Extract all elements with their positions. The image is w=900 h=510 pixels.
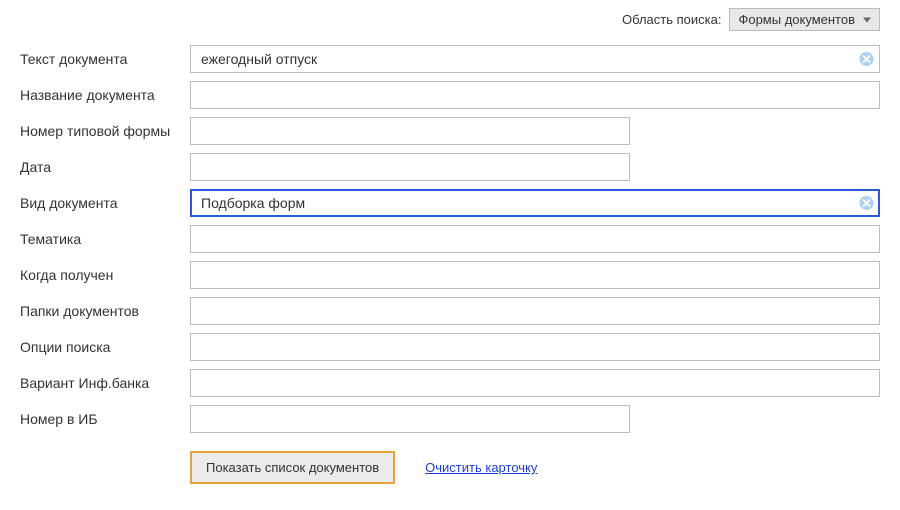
field-date bbox=[190, 153, 630, 181]
row-date: Дата bbox=[20, 153, 880, 181]
label-options: Опции поиска bbox=[20, 339, 190, 355]
field-received bbox=[190, 261, 880, 289]
field-bank_variant bbox=[190, 369, 880, 397]
label-received: Когда получен bbox=[20, 267, 190, 283]
label-doc_type: Вид документа bbox=[20, 195, 190, 211]
input-name[interactable] bbox=[190, 81, 880, 109]
clear-link[interactable]: Очистить карточку bbox=[425, 460, 537, 475]
input-topic[interactable] bbox=[190, 225, 880, 253]
input-form_number[interactable] bbox=[190, 117, 630, 145]
clear-icon[interactable] bbox=[859, 196, 874, 211]
submit-button[interactable]: Показать список документов bbox=[190, 451, 395, 484]
clear-icon[interactable] bbox=[859, 52, 874, 67]
label-topic: Тематика bbox=[20, 231, 190, 247]
actions-bar: Показать список документов Очистить карто… bbox=[190, 451, 880, 484]
label-folders: Папки документов bbox=[20, 303, 190, 319]
scope-label: Область поиска: bbox=[622, 12, 721, 27]
input-date[interactable] bbox=[190, 153, 630, 181]
row-text: Текст документа bbox=[20, 45, 880, 73]
input-text[interactable] bbox=[190, 45, 880, 73]
input-folders[interactable] bbox=[190, 297, 880, 325]
search-form: Текст документа Название документа Номер т… bbox=[0, 35, 900, 484]
row-name: Название документа bbox=[20, 81, 880, 109]
input-bank_variant[interactable] bbox=[190, 369, 880, 397]
label-ib_number: Номер в ИБ bbox=[20, 411, 190, 427]
input-ib_number[interactable] bbox=[190, 405, 630, 433]
input-doc_type[interactable] bbox=[190, 189, 880, 217]
field-text bbox=[190, 45, 880, 73]
field-ib_number bbox=[190, 405, 630, 433]
field-options bbox=[190, 333, 880, 361]
top-bar: Область поиска: Формы документов bbox=[0, 0, 900, 35]
scope-value: Формы документов bbox=[738, 12, 855, 27]
scope-select[interactable]: Формы документов bbox=[729, 8, 880, 31]
label-name: Название документа bbox=[20, 87, 190, 103]
row-doc_type: Вид документа bbox=[20, 189, 880, 217]
field-doc_type bbox=[190, 189, 880, 217]
field-form_number bbox=[190, 117, 630, 145]
field-folders bbox=[190, 297, 880, 325]
label-text: Текст документа bbox=[20, 51, 190, 67]
row-ib_number: Номер в ИБ bbox=[20, 405, 880, 433]
row-folders: Папки документов bbox=[20, 297, 880, 325]
field-name bbox=[190, 81, 880, 109]
field-topic bbox=[190, 225, 880, 253]
label-date: Дата bbox=[20, 159, 190, 175]
label-form_number: Номер типовой формы bbox=[20, 123, 190, 139]
row-bank_variant: Вариант Инф.банка bbox=[20, 369, 880, 397]
label-bank_variant: Вариант Инф.банка bbox=[20, 375, 190, 391]
input-received[interactable] bbox=[190, 261, 880, 289]
row-options: Опции поиска bbox=[20, 333, 880, 361]
input-options[interactable] bbox=[190, 333, 880, 361]
row-received: Когда получен bbox=[20, 261, 880, 289]
row-form_number: Номер типовой формы bbox=[20, 117, 880, 145]
row-topic: Тематика bbox=[20, 225, 880, 253]
